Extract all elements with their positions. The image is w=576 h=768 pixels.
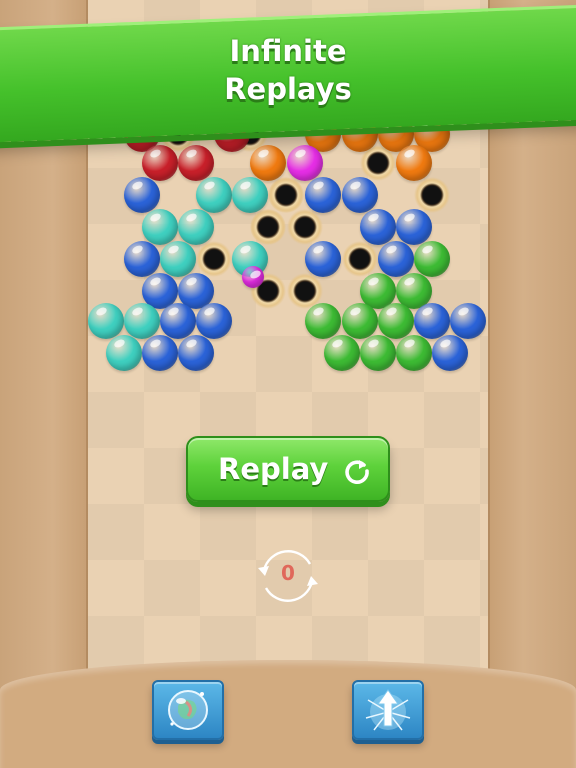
bubble: [160, 241, 196, 277]
bubble: [124, 177, 160, 213]
bubble: [396, 145, 432, 181]
bubble: [178, 335, 214, 371]
bubble: [106, 335, 142, 371]
bubble: [142, 335, 178, 371]
replay-counter: 0: [252, 540, 324, 612]
empty-slot: [196, 241, 232, 277]
bubble: [142, 209, 178, 245]
bubble: [378, 303, 414, 339]
bubble: [287, 145, 323, 181]
bubble: [88, 303, 124, 339]
bubble: [396, 209, 432, 245]
bubble: [414, 241, 450, 277]
bubble: [178, 145, 214, 181]
bubble: [342, 303, 378, 339]
bubble: [324, 335, 360, 371]
bubble: [178, 209, 214, 245]
bubble: [305, 303, 341, 339]
banner-line-1: Infinite: [229, 34, 347, 68]
bubble: [305, 177, 341, 213]
bubble: [305, 241, 341, 277]
counter-value: 0: [281, 561, 295, 585]
bubble: [360, 209, 396, 245]
bubble: [124, 241, 160, 277]
bubble: [378, 241, 414, 277]
bubble: [450, 303, 486, 339]
bubble: [414, 303, 450, 339]
bubble: [396, 335, 432, 371]
bubble: [196, 177, 232, 213]
bubble: [250, 145, 286, 181]
bubble: [142, 145, 178, 181]
bubble: [432, 335, 468, 371]
empty-slot: [342, 241, 378, 277]
replay-label: Replay: [218, 452, 329, 486]
bubble: [232, 177, 268, 213]
game-screen: Infinite Replays Replay 0: [0, 0, 576, 768]
refresh-icon: [345, 460, 369, 484]
empty-slot: [268, 177, 304, 213]
bubble: [124, 303, 160, 339]
banner-title: Infinite Replays: [0, 32, 576, 108]
empty-slot: [287, 209, 323, 245]
bubble: [342, 177, 378, 213]
bottom-panel: [0, 660, 576, 768]
bubble-icon: [168, 690, 208, 730]
empty-slot: [250, 209, 286, 245]
replay-button[interactable]: Replay: [186, 436, 390, 502]
shooter-bubble: [242, 266, 264, 288]
bubble: [196, 303, 232, 339]
arrow-powerup-button[interactable]: [352, 680, 424, 740]
bubble: [160, 303, 196, 339]
banner-line-2: Replays: [224, 72, 352, 106]
empty-slot: [414, 177, 450, 213]
bubble: [360, 335, 396, 371]
arrow-burst-icon: [365, 689, 411, 731]
bubble-powerup-button[interactable]: [152, 680, 224, 740]
